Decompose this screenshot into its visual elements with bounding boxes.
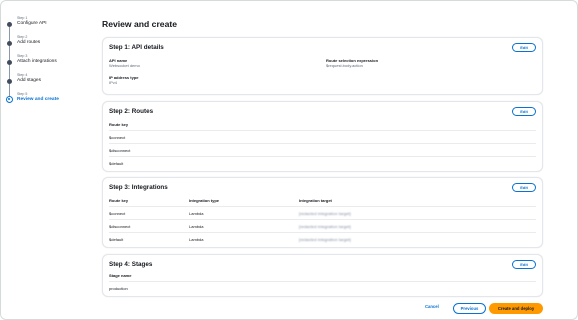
- card-title: Step 2: Routes: [109, 108, 154, 115]
- table-row: $disconnect: [109, 144, 536, 157]
- wizard-step-3[interactable]: Step 3 Attach integrations: [7, 54, 93, 79]
- routes-card: Step 2: Routes Edit Route key $connect $…: [102, 101, 543, 172]
- card-title: Step 1: API details: [109, 44, 164, 51]
- column-header-integration-type: Integration type: [189, 198, 220, 203]
- route-key-cell: $default: [109, 161, 124, 166]
- stage-name-cell: production: [109, 286, 128, 291]
- table-row: production: [109, 282, 536, 295]
- integration-type-cell: Lambda: [189, 224, 204, 229]
- edit-integrations-button[interactable]: Edit: [512, 183, 536, 192]
- card-title: Step 4: Stages: [109, 261, 153, 268]
- step-label: Review and create: [17, 97, 59, 102]
- route-key-cell: $default: [109, 237, 124, 242]
- integration-type-cell: Lambda: [189, 211, 204, 216]
- wizard-step-5: Step 5 Review and create: [6, 92, 93, 111]
- route-key-cell: $connect: [109, 211, 126, 216]
- column-header-route-key: Route key: [109, 122, 129, 127]
- integration-target-cell: [redacted integration target]: [299, 237, 351, 242]
- integration-target-cell: [redacted integration target]: [299, 224, 351, 229]
- api-name-value: Websocket demo: [109, 63, 140, 68]
- step-label: Attach integrations: [17, 59, 57, 64]
- table-header-row: Route key Integration type Integration t…: [109, 194, 536, 207]
- integrations-card: Step 3: Integrations Edit Route key Inte…: [102, 177, 543, 248]
- column-header-route-key: Route key: [109, 198, 129, 203]
- edit-routes-button[interactable]: Edit: [512, 107, 536, 116]
- table-header-row: Route key: [109, 118, 536, 131]
- integrations-table: Route key Integration type Integration t…: [109, 194, 536, 246]
- column-header-stage-name: Stage name: [109, 273, 132, 278]
- wizard-steps-nav: Step 1 Configure API Step 2 Add routes S…: [6, 16, 93, 111]
- wizard-step-4[interactable]: Step 4 Add stages: [7, 73, 93, 98]
- column-header-integration-target: Integration target: [299, 198, 332, 203]
- previous-button[interactable]: Previous: [453, 303, 486, 314]
- wizard-step-2[interactable]: Step 2 Add routes: [7, 35, 93, 60]
- current-step-indicator-icon: [6, 96, 13, 103]
- api-details-card: Step 1: API details Edit API name Websoc…: [102, 37, 543, 95]
- route-key-cell: $disconnect: [109, 148, 131, 153]
- edit-stages-button[interactable]: Edit: [512, 260, 536, 269]
- page-title: Review and create: [102, 19, 177, 29]
- step-label: Configure API: [17, 21, 47, 26]
- stages-table: Stage name production: [109, 269, 536, 295]
- table-row: $connect: [109, 131, 536, 144]
- cancel-button[interactable]: Cancel: [425, 304, 439, 309]
- table-row: $connect Lambda [redacted integration ta…: [109, 207, 536, 220]
- route-key-cell: $connect: [109, 135, 126, 140]
- routes-table: Route key $connect $disconnect $default: [109, 118, 536, 170]
- ip-address-type-value: IPv4: [109, 80, 118, 85]
- route-selection-value: $request.body.action: [326, 63, 363, 68]
- table-header-row: Stage name: [109, 269, 536, 282]
- stages-card: Step 4: Stages Edit Stage name productio…: [102, 254, 543, 297]
- table-row: $disconnect Lambda [redacted integration…: [109, 220, 536, 233]
- table-row: $default: [109, 157, 536, 170]
- table-row: $default Lambda [redacted integration ta…: [109, 233, 536, 246]
- route-key-cell: $disconnect: [109, 224, 131, 229]
- integration-type-cell: Lambda: [189, 237, 204, 242]
- edit-api-details-button[interactable]: Edit: [512, 43, 536, 52]
- card-title: Step 3: Integrations: [109, 184, 168, 191]
- step-label: Add stages: [17, 78, 42, 83]
- create-and-deploy-button[interactable]: Create and deploy: [489, 303, 543, 314]
- integration-target-cell: [redacted integration target]: [299, 211, 351, 216]
- step-label: Add routes: [17, 40, 41, 45]
- wizard-step-1[interactable]: Step 1 Configure API: [7, 16, 93, 41]
